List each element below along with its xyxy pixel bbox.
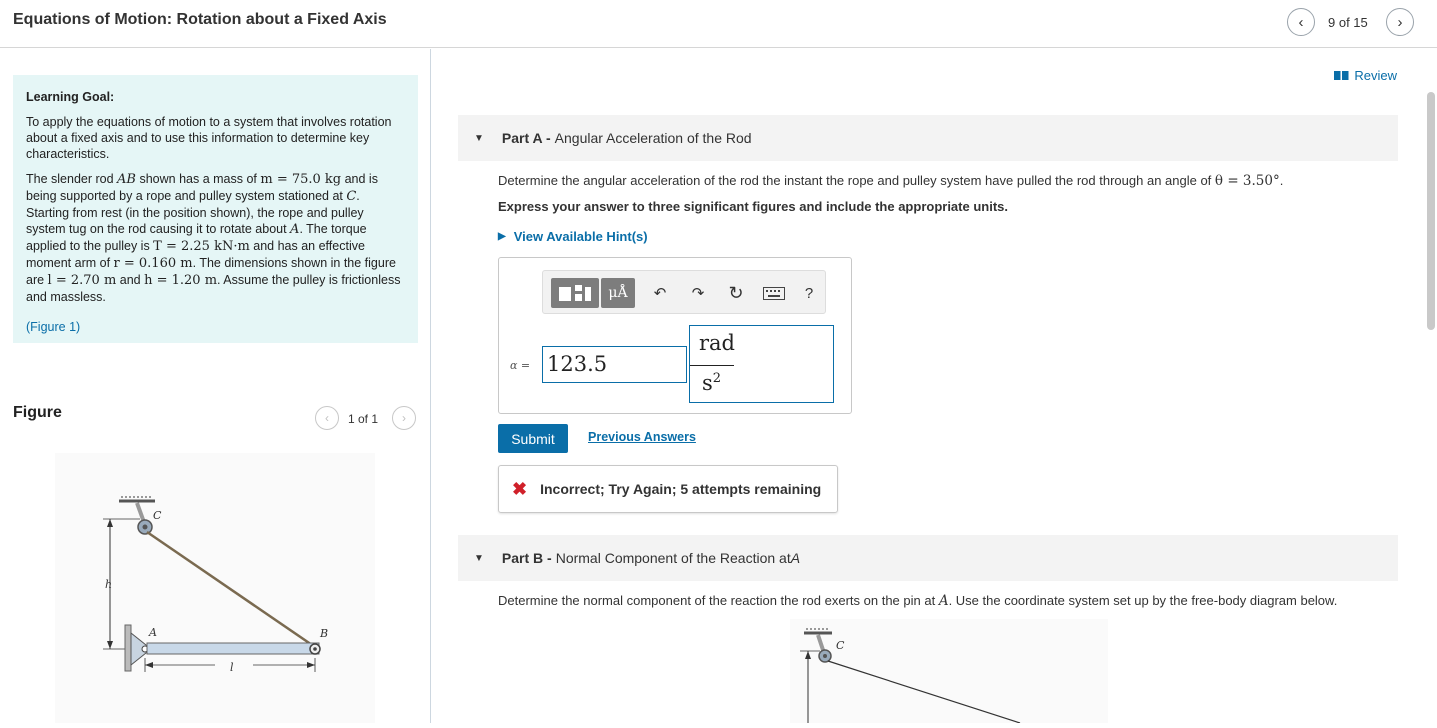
figure-link[interactable]: (Figure 1) [26,320,80,334]
problem-statement: The slender rod AB shown has a mass of m… [26,172,401,304]
part-a-title: Angular Acceleration of the Rod [554,130,752,146]
top-bar: Equations of Motion: Rotation about a Fi… [0,0,1437,48]
help-button[interactable]: ? [799,278,819,308]
learning-goal-box: Learning Goal: To apply the equations of… [13,75,418,343]
answer-units-input[interactable]: rad s2 [689,325,834,403]
part-a-question: Determine the angular acceleration of th… [498,173,1284,189]
incorrect-x-icon: ✖ [512,478,528,499]
keyboard-button[interactable] [761,278,787,308]
right-panel: Review ▼ Part A - Angular Acceleration of… [432,49,1437,724]
redo-icon: ↷ [691,285,705,302]
review-link[interactable]: Review [1334,68,1397,83]
part-b-title: Normal Component of the Reaction at [555,550,791,566]
part-a-instruction: Express your answer to three significant… [498,199,1008,214]
answer-value-input[interactable]: 123.5 [542,346,687,383]
item-counter: 9 of 15 [1328,15,1368,30]
unit-denominator: s2 [702,371,722,395]
collapse-triangle-icon: ▼ [474,132,484,144]
label-a: A [148,626,157,639]
left-panel: Learning Goal: To apply the equations of… [0,49,431,723]
label-h: h [105,578,112,591]
answer-box: μÅ ↶ ↷ ↻ ? α = 123.5 rad s2 [498,257,852,414]
free-body-diagram: C [790,619,1108,724]
figure-heading: Figure [13,404,62,421]
next-item-button[interactable]: › [1386,8,1414,36]
scrollbar[interactable] [1427,92,1435,330]
variable-label: α = [510,359,531,372]
part-b-question: Determine the normal component of the re… [498,593,1338,609]
learning-goal-text: To apply the equations of motion to a sy… [26,115,392,161]
part-b-header[interactable]: ▼ Part B - Normal Component of the Reacti… [458,535,1398,581]
page-title: Equations of Motion: Rotation about a Fi… [13,11,387,28]
figure-prev-button[interactable]: ‹ [315,406,339,430]
part-a-header[interactable]: ▼ Part A - Angular Acceleration of the Ro… [458,115,1398,161]
math-toolbar: μÅ ↶ ↷ ↻ ? [542,270,826,314]
undo-button[interactable]: ↶ [647,278,673,308]
chevron-left-icon: ‹ [1298,13,1304,31]
feedback-message: ✖ Incorrect; Try Again; 5 attempts remai… [498,465,838,513]
expand-triangle-icon: ▶ [498,231,506,242]
undo-icon: ↶ [653,285,667,302]
reset-icon: ↻ [728,282,744,303]
label-c: C [153,509,162,522]
unit-numerator: rad [699,331,736,355]
figure-next-button[interactable]: › [392,406,416,430]
keyboard-icon [763,286,785,300]
chevron-left-icon: ‹ [325,411,329,425]
learning-goal-heading: Learning Goal: [26,90,115,104]
label-c: C [836,639,845,652]
submit-button[interactable]: Submit [498,424,568,453]
collapse-triangle-icon: ▼ [474,552,484,564]
template-icon [559,285,591,301]
chevron-right-icon: › [402,411,406,425]
figure-image: C h A B l [55,453,375,723]
chevron-right-icon: › [1397,13,1403,31]
redo-button[interactable]: ↷ [685,278,711,308]
fraction-bar [690,365,734,366]
prev-item-button[interactable]: ‹ [1287,8,1315,36]
previous-answers-link[interactable]: Previous Answers [588,430,696,444]
label-l: l [230,661,234,674]
figure-counter: 1 of 1 [348,412,379,426]
book-icon [1334,71,1349,80]
template-button[interactable] [551,278,599,308]
units-button[interactable]: μÅ [601,278,635,308]
view-hints-link[interactable]: ▶ View Available Hint(s) [498,229,648,244]
label-b: B [319,627,328,640]
reset-button[interactable]: ↻ [723,278,749,308]
